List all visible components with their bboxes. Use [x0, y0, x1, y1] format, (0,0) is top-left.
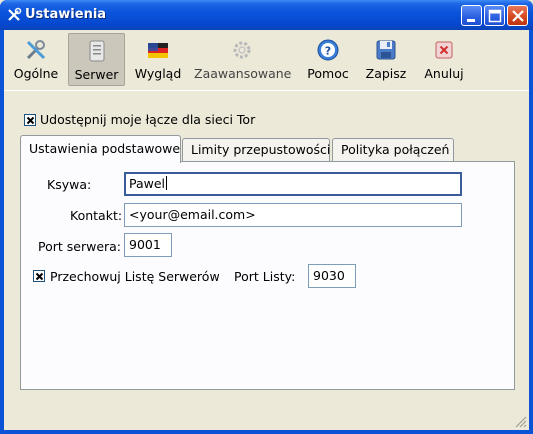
toolbar-help-button[interactable]: ? Pomoc: [302, 33, 354, 86]
resize-grip-icon[interactable]: [513, 414, 527, 428]
window-client-area: Ogólne Serwer Wygląd Zaawansowane ? Pomo…: [4, 30, 529, 430]
toolbar-save-button[interactable]: Zapisz: [360, 33, 412, 86]
minimize-button[interactable]: [461, 5, 482, 26]
tools-icon: [26, 40, 46, 60]
contact-label: Kontakt:: [70, 208, 123, 223]
window-title: Ustawienia: [25, 7, 107, 22]
save-icon: [376, 40, 396, 60]
tab-basic-settings-label: Ustawienia podstawowe: [29, 141, 181, 156]
svg-text:?: ?: [325, 45, 331, 58]
toolbar-general-label: Ogólne: [13, 66, 59, 81]
tab-bandwidth-limits[interactable]: Limity przepustowości: [182, 138, 330, 162]
toolbar-advanced-label: Zaawansowane: [194, 66, 292, 81]
title-bar[interactable]: Ustawienia: [0, 0, 533, 30]
contact-value: <your@email.com>: [129, 207, 256, 222]
toolbar-save-label: Zapisz: [365, 66, 407, 81]
nickname-field[interactable]: Pawel: [124, 172, 462, 196]
maximize-button[interactable]: [484, 5, 505, 26]
toolbar-appearance-button[interactable]: Wygląd: [132, 33, 184, 86]
maximize-icon: [488, 9, 502, 23]
toolbar-help-label: Pomoc: [307, 66, 349, 81]
directory-port-field[interactable]: 9030: [308, 264, 356, 288]
help-icon: ?: [317, 39, 339, 61]
server-icon: [89, 40, 105, 62]
text-caret: [166, 176, 168, 190]
settings-window: Ustawienia Ogólne Serwer Wygląd Zaawanso…: [0, 0, 533, 434]
relay-port-label: Port serwera:: [38, 239, 122, 254]
toolbar-cancel-button[interactable]: Anuluj: [418, 33, 470, 86]
close-icon: [512, 10, 524, 22]
checkmark-icon: [26, 116, 35, 125]
share-relay-label[interactable]: Udostępnij moje łącze dla sieci Tor: [40, 112, 255, 127]
gear-icon: [233, 41, 251, 59]
nickname-value: Pawel: [129, 176, 166, 191]
minimize-icon: [467, 19, 475, 22]
tab-bandwidth-limits-label: Limity przepustowości: [191, 142, 331, 157]
appearance-flag-icon: [148, 43, 168, 58]
toolbar: Ogólne Serwer Wygląd Zaawansowane ? Pomo…: [4, 30, 529, 90]
close-button[interactable]: [507, 5, 528, 26]
cancel-icon: [435, 41, 453, 59]
relay-port-value: 9001: [129, 237, 161, 252]
toolbar-appearance-label: Wygląd: [134, 66, 182, 81]
mirror-directory-label[interactable]: Przechowuj Listę Serwerów: [50, 269, 220, 284]
checkmark-icon: [35, 272, 44, 281]
contact-field[interactable]: <your@email.com>: [124, 203, 462, 227]
tab-exit-policy-label: Polityka połączeń: [341, 142, 450, 157]
toolbar-cancel-label: Anuluj: [424, 66, 464, 81]
toolbar-advanced-button[interactable]: Zaawansowane: [194, 33, 292, 86]
toolbar-general-button[interactable]: Ogólne: [10, 33, 62, 86]
tab-exit-policy[interactable]: Polityka połączeń: [332, 138, 454, 162]
toolbar-server-label: Serwer: [74, 67, 119, 82]
tools-icon: [6, 7, 22, 23]
tab-basic-settings[interactable]: Ustawienia podstawowe: [20, 135, 181, 163]
share-relay-checkbox[interactable]: [24, 114, 36, 126]
directory-port-label: Port Listy:: [234, 269, 296, 284]
directory-port-value: 9030: [313, 268, 345, 283]
relay-port-field[interactable]: 9001: [124, 233, 172, 257]
toolbar-server-button[interactable]: Serwer: [68, 33, 125, 86]
toolbar-divider: [4, 90, 529, 91]
nickname-label: Ksywa:: [47, 177, 92, 192]
basic-settings-panel: Ksywa: Pawel Kontakt: <your@email.com> P…: [20, 161, 515, 390]
mirror-directory-checkbox[interactable]: [33, 270, 45, 282]
